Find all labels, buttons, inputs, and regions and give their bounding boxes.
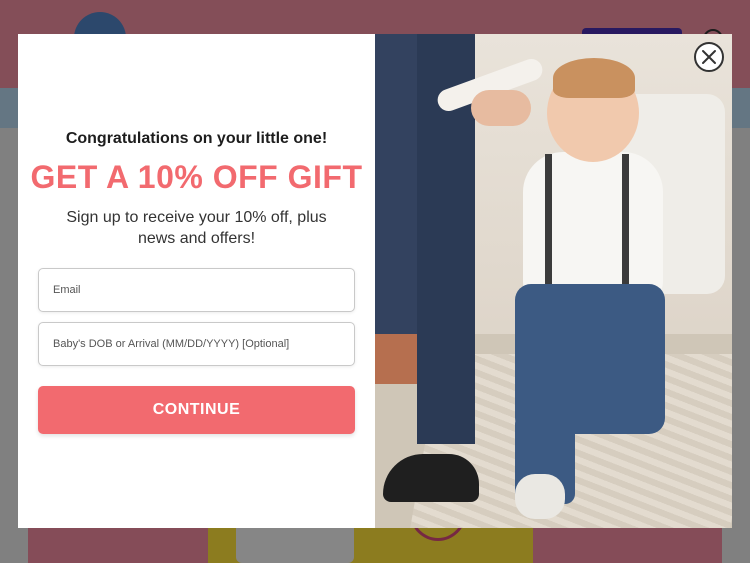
photo-baby-shoe — [515, 474, 565, 519]
close-button[interactable] — [694, 42, 724, 72]
photo-suspender-left — [545, 154, 552, 304]
baby-dob-input[interactable] — [38, 322, 355, 366]
close-icon — [702, 50, 716, 64]
continue-button[interactable]: CONTINUE — [38, 386, 355, 434]
offer-headline: GET A 10% OFF GIFT — [30, 159, 363, 195]
photo-baby-pants — [515, 284, 665, 434]
photo-suspender-right — [622, 154, 629, 304]
offer-subtext-line2: news and offers! — [137, 230, 256, 247]
photo-baby-hair — [553, 58, 635, 98]
email-input[interactable] — [38, 268, 355, 312]
photo-baby-shirt — [523, 152, 663, 302]
photo-parent-hand — [471, 90, 531, 126]
congrats-text: Congratulations on your little one! — [65, 130, 328, 147]
offer-subtext: Sign up to receive your 10% off, plus ne… — [58, 207, 335, 249]
modal-form-panel: Congratulations on your little one! GET … — [18, 34, 375, 528]
signup-modal: Congratulations on your little one! GET … — [18, 34, 732, 528]
modal-photo — [375, 34, 732, 528]
offer-subtext-line1: Sign up to receive your 10% off, plus — [66, 209, 327, 226]
